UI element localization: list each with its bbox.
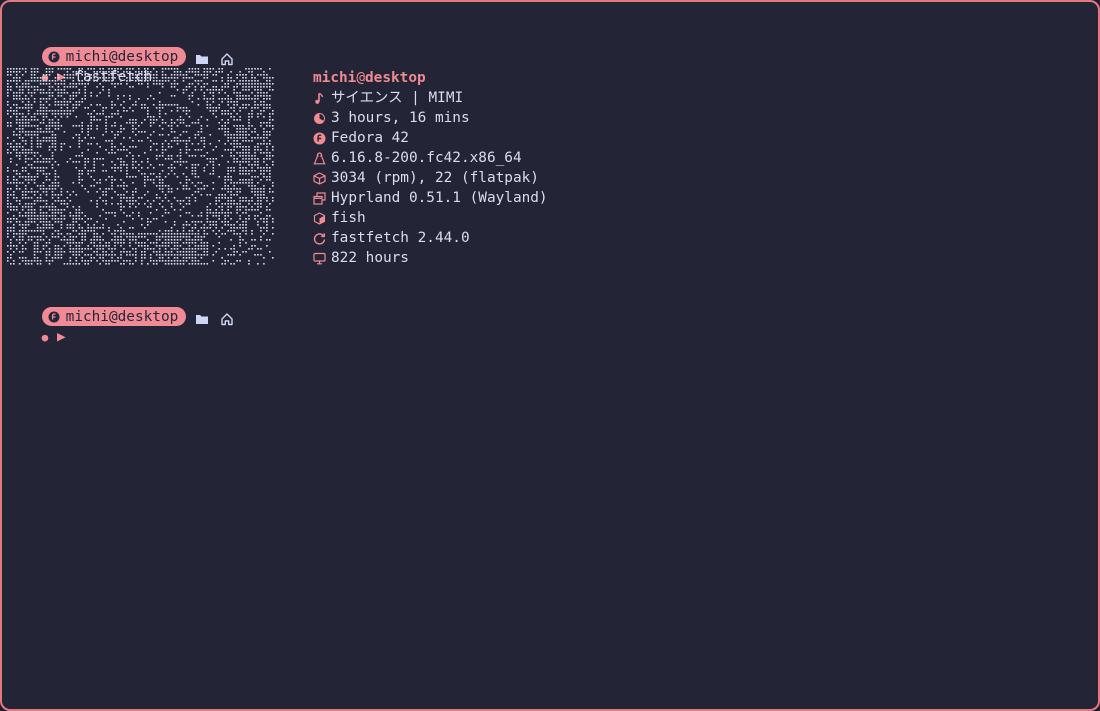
home-icon	[221, 312, 233, 325]
fastfetch-info: michi @ desktop サイエンス | MIMI 3 hours, 16 m…	[313, 68, 548, 268]
prompt-line-2: michi@desktop	[7, 287, 234, 326]
folder-icon	[196, 314, 209, 324]
home-icon	[221, 52, 233, 65]
folder-icon	[196, 54, 209, 64]
fastfetch-ascii-logo	[7, 68, 274, 265]
prompt-arrow-icon: ▶	[56, 329, 66, 345]
info-row-wm: Hyprland 0.51.1 (Wayland)	[313, 188, 548, 208]
info-row-os: Fedora 42	[313, 128, 548, 148]
monitor-icon	[313, 252, 326, 264]
info-host: desktop	[365, 70, 426, 86]
windows-stack-icon	[313, 191, 326, 205]
info-row-media: サイエンス | MIMI	[313, 88, 548, 108]
terminal-window[interactable]: michi@desktop ● ▶ fastfetch michi @ deskto…	[0, 0, 1100, 711]
info-row-kernel: 6.16.8-200.fc42.x86_64	[313, 148, 548, 168]
info-row-uptime: 3 hours, 16 mins	[313, 108, 548, 128]
music-note-icon	[315, 92, 324, 104]
refresh-icon	[313, 232, 326, 245]
info-row-packages: 3034 (rpm), 22 (flatpak)	[313, 168, 548, 188]
command-input[interactable]	[66, 329, 75, 345]
command-line-2[interactable]: ● ▶	[7, 307, 74, 345]
prompt-status-dot: ●	[41, 331, 49, 344]
info-row-version: fastfetch 2.44.0	[313, 228, 548, 248]
prompt-line-1: michi@desktop	[7, 27, 234, 66]
fedora-icon	[313, 132, 326, 144]
info-row-display: 822 hours	[313, 248, 548, 268]
info-title: michi @ desktop	[313, 68, 548, 88]
info-row-shell: fish	[313, 208, 548, 228]
shell-cube-icon	[313, 211, 326, 225]
uptime-icon	[314, 112, 325, 124]
info-at: @	[356, 70, 365, 86]
info-user: michi	[313, 70, 357, 86]
package-box-icon	[313, 171, 326, 185]
command-line-1: ● ▶ fastfetch	[7, 47, 153, 85]
linux-tux-icon	[313, 151, 326, 164]
